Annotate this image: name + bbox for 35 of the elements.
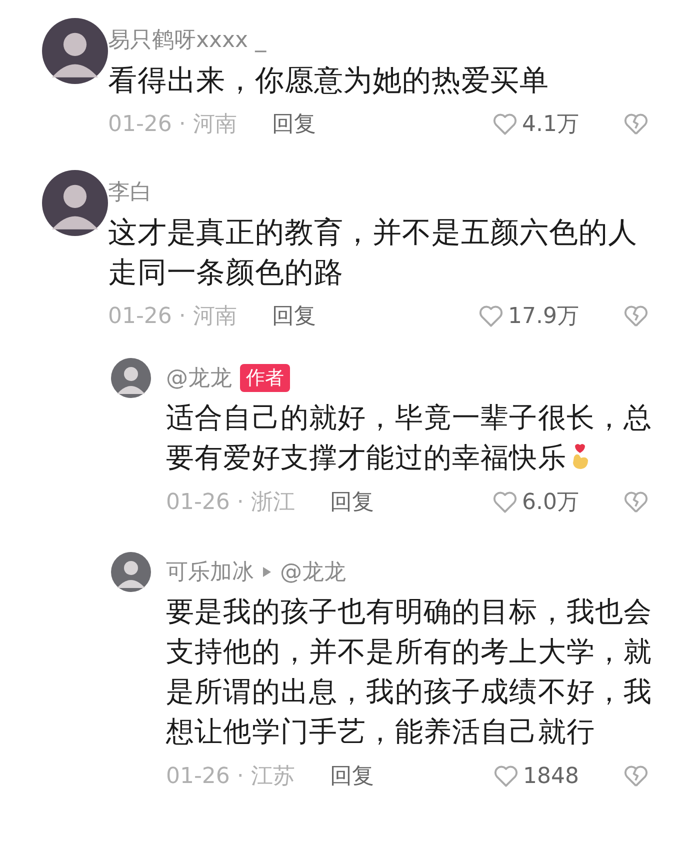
like-count: 17.9万: [508, 303, 579, 331]
date-location: 01-26 · 河南: [108, 111, 238, 139]
like-count: 4.1万: [522, 111, 579, 139]
dislike-icon[interactable]: [623, 490, 649, 514]
comment-text: 看得出来，你愿意为她的热爱买单: [108, 62, 550, 99]
caret-icon: [262, 566, 272, 578]
reply-link[interactable]: 回复: [272, 301, 316, 331]
reply-target[interactable]: @龙龙: [280, 557, 346, 587]
date-location: 01-26 · 江苏: [166, 763, 296, 791]
dislike-icon[interactable]: [623, 304, 649, 328]
like-icon[interactable]: [492, 490, 518, 514]
username[interactable]: 可乐加冰: [166, 557, 254, 587]
comment-text: 要是我的孩子也有明确的目标，我也会支持他的，并不是所有的考上大学，就是所谓的出息，我的孩子成绩不好，我想让他学门手艺，能养活自己就行: [166, 595, 652, 748]
like-icon[interactable]: [478, 304, 504, 328]
avatar[interactable]: [111, 358, 151, 398]
avatar[interactable]: [111, 552, 151, 592]
dislike-icon[interactable]: [623, 764, 649, 788]
reply-link[interactable]: 回复: [272, 109, 316, 139]
avatar[interactable]: [42, 18, 108, 84]
date-location: 01-26 · 河南: [108, 303, 238, 331]
avatar[interactable]: [42, 170, 108, 236]
like-icon[interactable]: [493, 764, 519, 788]
author-badge: 作者: [240, 364, 290, 392]
dislike-icon[interactable]: [623, 112, 649, 136]
username[interactable]: 李白: [108, 177, 152, 207]
like-count: 1848: [523, 764, 579, 788]
reply-link[interactable]: 回复: [330, 487, 374, 517]
username[interactable]: 易只鹤呀xxxx _: [108, 25, 266, 55]
like-count: 6.0万: [522, 489, 579, 517]
username[interactable]: @龙龙: [166, 363, 232, 393]
date-location: 01-26 · 浙江: [166, 489, 296, 517]
reply-link[interactable]: 回复: [330, 761, 374, 791]
comment-text: 这才是真正的教育，并不是五颜六色的人走同一条颜色的路: [108, 214, 638, 291]
like-icon[interactable]: [492, 112, 518, 136]
comment-text: 适合自己的就好，毕竟一辈子很长，总要有爱好支撑才能过的幸福快乐: [166, 401, 652, 474]
